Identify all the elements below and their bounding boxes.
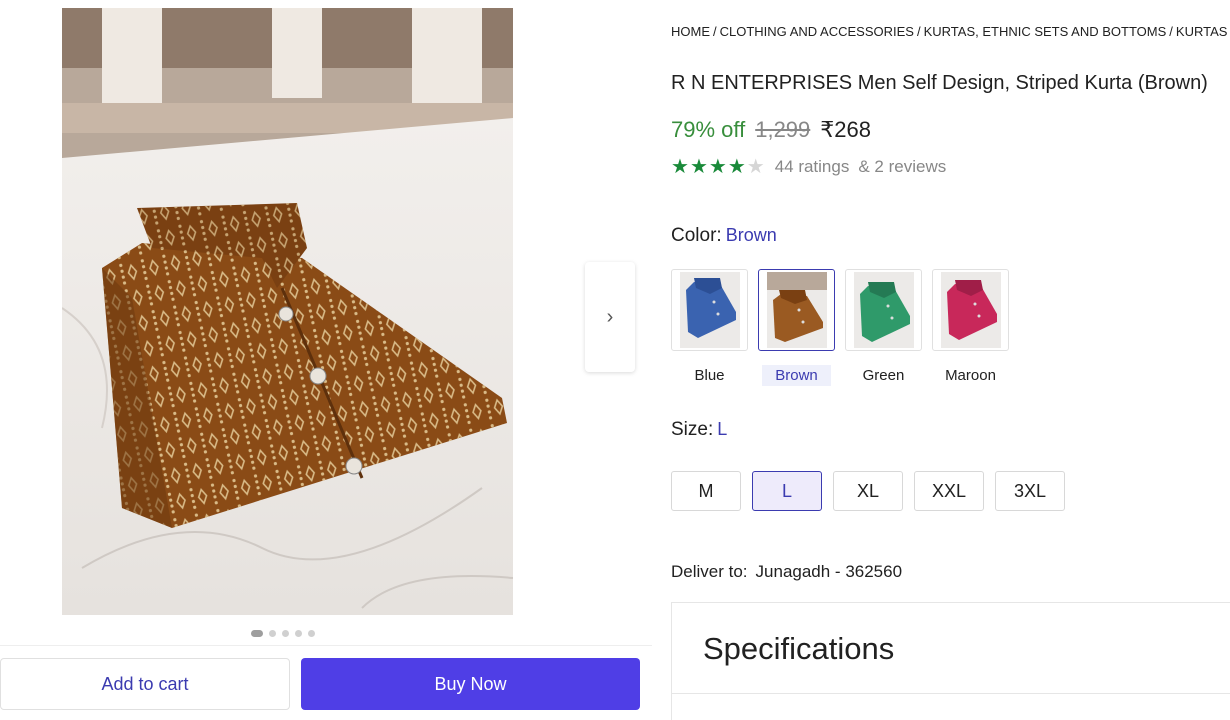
pagination-dot[interactable] (295, 630, 302, 637)
color-swatches: Blue Brown Green Maroon (671, 269, 1009, 386)
image-pagination-dots (251, 630, 315, 637)
breadcrumb-kurtas[interactable]: KURTAS (1176, 24, 1228, 39)
chevron-right-icon: › (606, 305, 614, 328)
color-option-maroon[interactable]: Maroon (932, 269, 1009, 386)
swatch-thumbnail (758, 269, 835, 351)
selected-color: Brown (725, 225, 777, 245)
breadcrumb: HOME / CLOTHING AND ACCESSORIES / KURTAS, ET… (671, 24, 1228, 39)
breadcrumb-clothing[interactable]: CLOTHING AND ACCESSORIES (720, 24, 914, 39)
purchase-actions: Add to cart Buy Now (0, 645, 652, 720)
size-option-l[interactable]: L (752, 471, 822, 511)
star-rating: ★ ★ ★ ★ ★ (671, 157, 765, 177)
swatch-label: Brown (762, 365, 831, 386)
star-empty-icon: ★ (746, 156, 765, 178)
buy-now-button[interactable]: Buy Now (301, 658, 640, 710)
add-to-cart-button[interactable]: Add to cart (0, 658, 290, 710)
size-option-xxl[interactable]: XXL (914, 471, 984, 511)
size-option-xl[interactable]: XL (833, 471, 903, 511)
pagination-dot[interactable] (308, 630, 315, 637)
size-label: Size: L (671, 419, 728, 440)
pagination-dot[interactable] (269, 630, 276, 637)
kurta-photo (62, 8, 513, 615)
selected-size: L (717, 419, 728, 439)
swatch-thumbnail (671, 269, 748, 351)
size-option-3xl[interactable]: 3XL (995, 471, 1065, 511)
size-option-m[interactable]: M (671, 471, 741, 511)
pagination-dot[interactable] (251, 630, 263, 637)
ratings-count: 44 ratings (774, 157, 850, 176)
divider (672, 693, 1230, 694)
original-price: 1,299 (755, 117, 811, 142)
specifications-title: Specifications (703, 631, 895, 666)
product-main-image[interactable] (62, 8, 513, 615)
price-row: 79% off 1,299 ₹268 (671, 117, 871, 143)
swatch-thumbnail (845, 269, 922, 351)
specifications-section: Specifications (671, 602, 1230, 720)
star-icon: ★ (671, 156, 689, 178)
discount-percent: 79% off (671, 117, 746, 142)
color-option-blue[interactable]: Blue (671, 269, 748, 386)
swatch-label: Maroon (945, 367, 996, 384)
color-option-green[interactable]: Green (845, 269, 922, 386)
product-gallery: › Add to cart Buy Now (0, 0, 655, 720)
star-icon: ★ (727, 156, 746, 178)
star-icon: ★ (689, 156, 708, 178)
breadcrumb-kurtas-ethnic[interactable]: KURTAS, ETHNIC SETS AND BOTTOMS (924, 24, 1167, 39)
size-options: M L XL XXL 3XL (671, 471, 1065, 511)
breadcrumb-home[interactable]: HOME (671, 24, 710, 39)
pagination-dot[interactable] (282, 630, 289, 637)
deliver-label: Deliver to: (671, 562, 748, 581)
swatch-label: Green (862, 367, 905, 384)
rating-row[interactable]: ★ ★ ★ ★ ★ 44 ratings & 2 reviews (671, 157, 946, 177)
selling-price: ₹268 (820, 117, 871, 142)
star-icon: ★ (708, 156, 727, 178)
color-label: Color: Brown (671, 225, 777, 246)
next-image-button[interactable]: › (585, 262, 635, 372)
swatch-label: Blue (694, 367, 725, 384)
product-details: HOME / CLOTHING AND ACCESSORIES / KURTAS, ET… (671, 0, 1230, 720)
reviews-count: & 2 reviews (858, 157, 947, 176)
delivery-location[interactable]: Junagadh - 362560 (756, 562, 903, 581)
delivery-row: Deliver to: Junagadh - 362560 (671, 562, 902, 582)
product-title: R N ENTERPRISES Men Self Design, Striped… (671, 72, 1208, 94)
color-option-brown[interactable]: Brown (758, 269, 835, 386)
swatch-thumbnail (932, 269, 1009, 351)
